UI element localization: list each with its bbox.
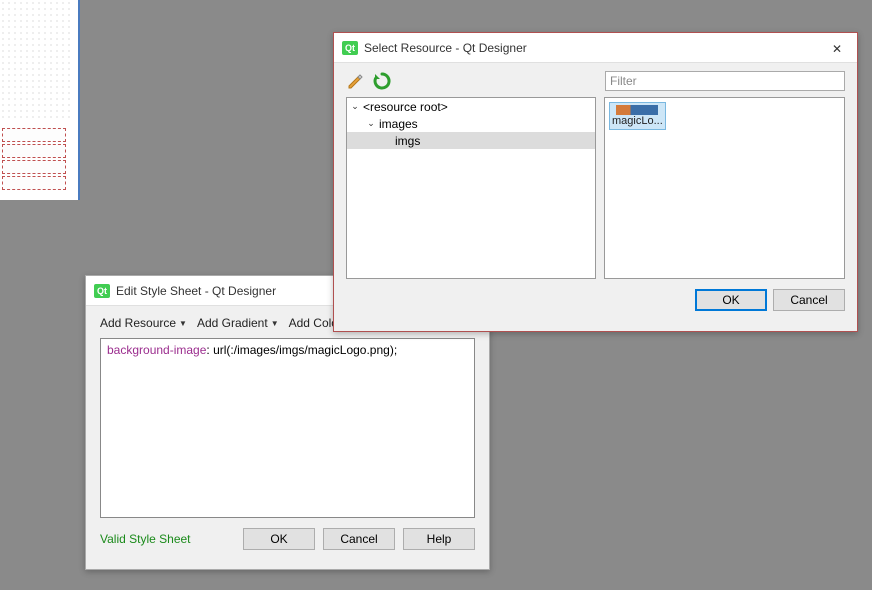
add-resource-label: Add Resource xyxy=(100,316,176,330)
cancel-button[interactable]: Cancel xyxy=(323,528,395,550)
add-gradient-label: Add Gradient xyxy=(197,316,268,330)
window-title: Select Resource - Qt Designer xyxy=(364,41,817,55)
resource-thumbnail xyxy=(616,105,658,115)
tree-row[interactable]: imgs xyxy=(347,132,595,149)
tree-label: imgs xyxy=(393,134,420,148)
resource-item[interactable]: magicLo... xyxy=(609,102,666,130)
tree-row[interactable]: ⌄<resource root> xyxy=(347,98,595,115)
add-color-label: Add Colo xyxy=(289,316,338,330)
tree-label: <resource root> xyxy=(361,100,448,114)
canvas-widget xyxy=(2,144,66,158)
chevron-down-icon: ▼ xyxy=(179,319,187,328)
titlebar[interactable]: Qt Select Resource - Qt Designer ✕ xyxy=(334,33,857,63)
resource-tree[interactable]: ⌄<resource root>⌄imagesimgs xyxy=(346,97,596,279)
ok-button[interactable]: OK xyxy=(243,528,315,550)
cancel-button[interactable]: Cancel xyxy=(773,289,845,311)
chevron-down-icon: ▼ xyxy=(271,319,279,328)
edit-icon[interactable] xyxy=(346,71,366,91)
tree-row[interactable]: ⌄images xyxy=(347,115,595,132)
resource-list[interactable]: magicLo... xyxy=(604,97,845,279)
add-resource-button[interactable]: Add Resource ▼ xyxy=(100,316,187,330)
close-button[interactable]: ✕ xyxy=(817,33,857,63)
select-resource-dialog: Qt Select Resource - Qt Designer ✕ ⌄<res… xyxy=(333,32,858,332)
reload-icon[interactable] xyxy=(372,71,392,91)
tree-label: images xyxy=(377,117,418,131)
close-icon: ✕ xyxy=(832,42,842,56)
resource-name: magicLo... xyxy=(612,115,663,127)
canvas-widget xyxy=(2,128,66,142)
stylesheet-editor[interactable]: background-image: url(:/images/imgs/magi… xyxy=(100,338,475,518)
add-color-button[interactable]: Add Colo xyxy=(289,316,338,330)
qt-logo-icon: Qt xyxy=(94,284,110,298)
ok-button[interactable]: OK xyxy=(695,289,767,311)
canvas-grid xyxy=(0,0,70,120)
filter-input[interactable] xyxy=(605,71,845,91)
css-value: : url(:/images/imgs/magicLogo.png); xyxy=(206,343,397,357)
add-gradient-button[interactable]: Add Gradient ▼ xyxy=(197,316,279,330)
tree-expand-icon[interactable]: ⌄ xyxy=(349,101,361,112)
css-property: background-image xyxy=(107,343,206,357)
canvas-widget xyxy=(2,160,66,174)
help-button[interactable]: Help xyxy=(403,528,475,550)
qt-logo-icon: Qt xyxy=(342,41,358,55)
validation-status: Valid Style Sheet xyxy=(100,532,191,546)
canvas-widget xyxy=(2,176,66,190)
designer-canvas xyxy=(0,0,80,200)
tree-expand-icon[interactable]: ⌄ xyxy=(365,118,377,129)
